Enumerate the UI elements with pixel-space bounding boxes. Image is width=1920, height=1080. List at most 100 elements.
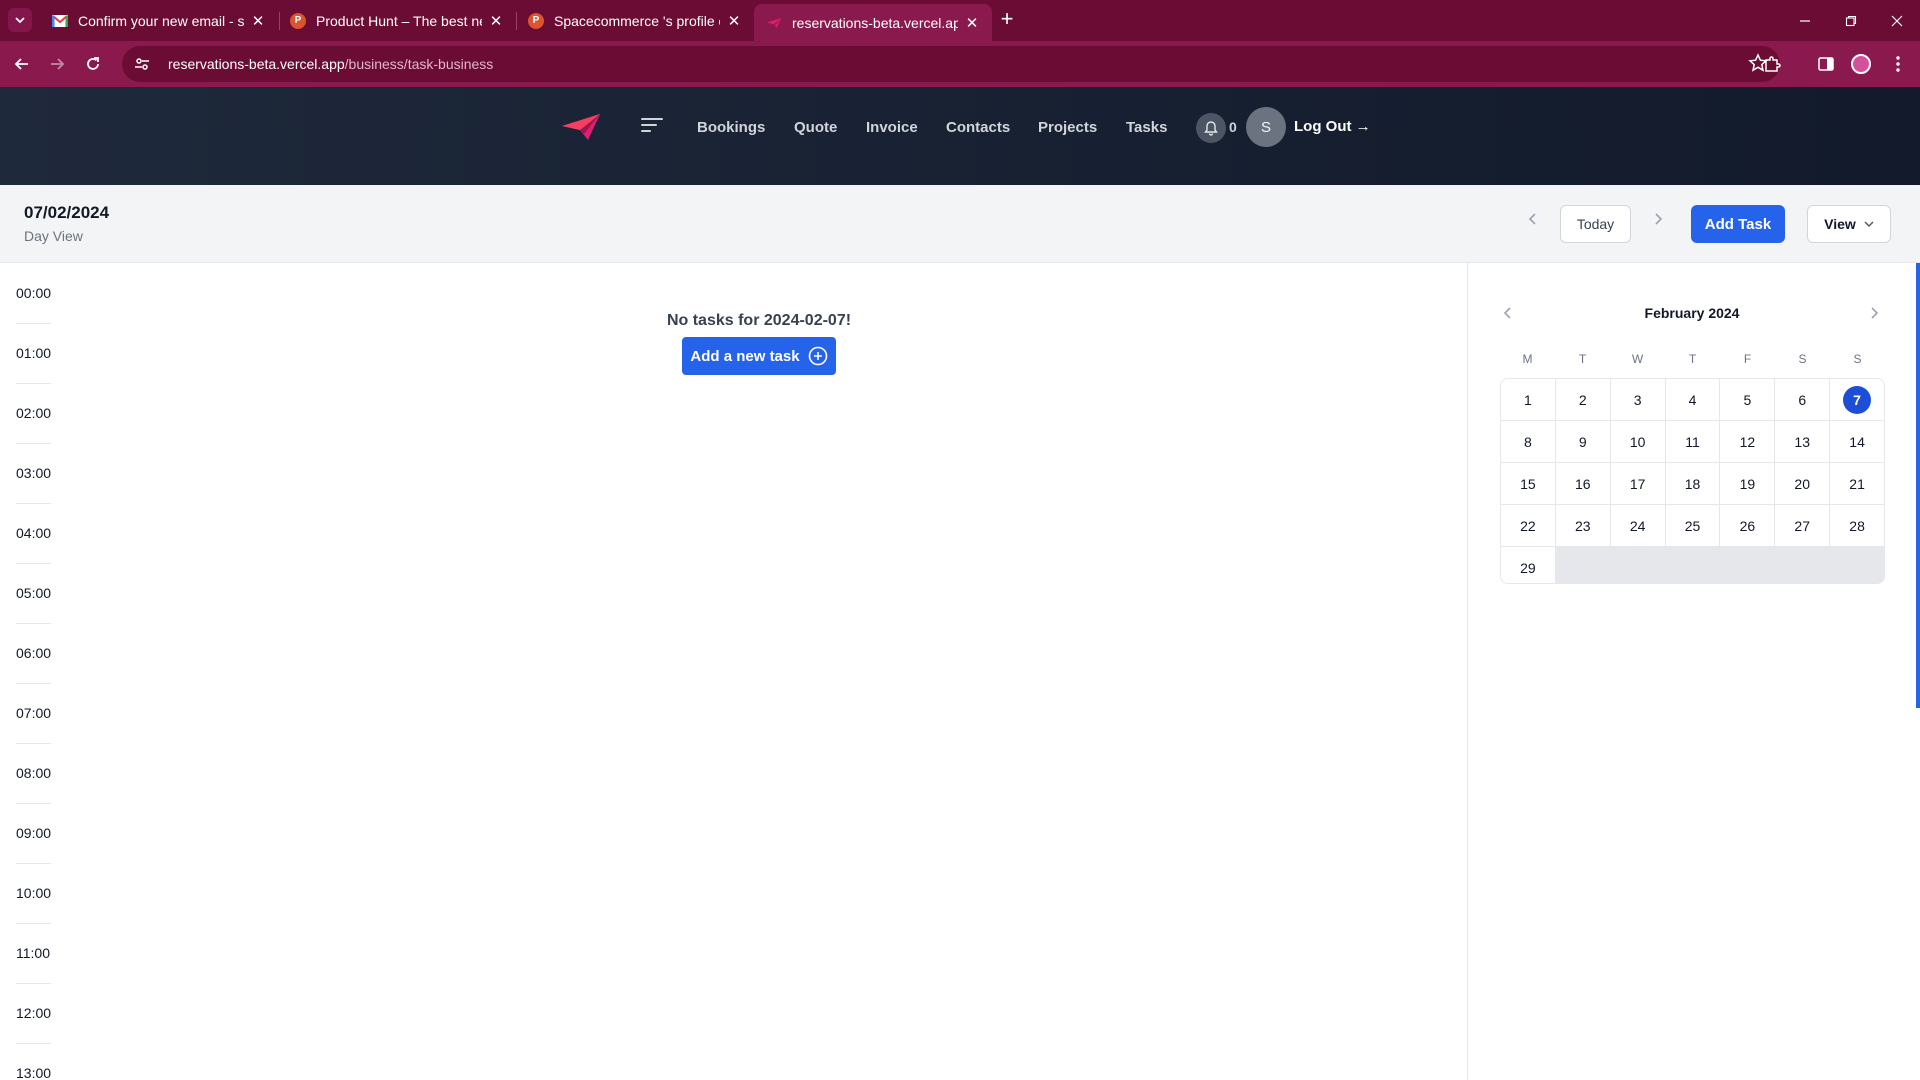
mini-calendar-grid: 1 2 3 4 5 6 7 8 9 10 11 12 13 14 15 16 17 18 19 20 21 22 23 24 2… — [1500, 378, 1885, 584]
time-slot-label: 04:00 — [16, 525, 52, 541]
weekday-header: M — [1522, 352, 1533, 366]
browser-menu-icon[interactable] — [1884, 50, 1912, 78]
plus-circle-icon — [808, 346, 827, 366]
calendar-day[interactable]: 9 — [1555, 421, 1610, 462]
next-day-chevron-icon[interactable] — [1648, 209, 1668, 229]
calendar-day-number: 19 — [1739, 475, 1756, 492]
time-slot-label: 11:00 — [16, 945, 50, 961]
calendar-day[interactable]: 16 — [1555, 463, 1610, 504]
calendar-day[interactable]: 23 — [1555, 505, 1610, 546]
calendar-day[interactable]: 14 — [1830, 421, 1884, 462]
address-bar[interactable]: reservations-beta.vercel.app/business/ta… — [122, 46, 1780, 82]
tab-search-chevron-icon[interactable] — [8, 8, 32, 32]
calendar-day[interactable]: 22 — [1501, 505, 1555, 546]
profile-avatar-icon[interactable] — [1847, 50, 1875, 78]
hamburger-menu-icon[interactable] — [641, 118, 663, 136]
view-mode-label: Day View — [24, 228, 83, 244]
calendar-day[interactable]: 6 — [1775, 379, 1830, 420]
calendar-day[interactable]: 20 — [1775, 463, 1830, 504]
weekday-header: S — [1853, 352, 1862, 366]
tab-close-icon[interactable]: ✕ — [726, 12, 742, 30]
add-task-button[interactable]: Add Task — [1691, 205, 1785, 243]
calendar-day-number: 12 — [1739, 433, 1756, 450]
calendar-day[interactable]: 19 — [1720, 463, 1775, 504]
calendar-day[interactable]: 18 — [1665, 463, 1720, 504]
today-button[interactable]: Today — [1560, 205, 1631, 243]
calendar-day[interactable]: 8 — [1501, 421, 1555, 462]
calendar-day-number: 13 — [1794, 433, 1810, 450]
forward-arrow-icon[interactable] — [43, 50, 71, 78]
nav-bookings[interactable]: Bookings — [697, 119, 765, 136]
calendar-day[interactable]: 4 — [1665, 379, 1720, 420]
side-panel-icon[interactable] — [1812, 50, 1840, 78]
time-slot-label: 02:00 — [16, 405, 52, 421]
browser-tab-spacecommerce[interactable]: P Spacecommerce 's profile on Pr ✕ — [516, 4, 754, 37]
nav-contacts[interactable]: Contacts — [946, 119, 1010, 136]
add-new-task-button[interactable]: Add a new task — [682, 337, 836, 375]
logout-button[interactable]: Log Out → — [1294, 118, 1371, 135]
calendar-day[interactable]: 15 — [1501, 463, 1555, 504]
paper-plane-logo-icon[interactable] — [560, 112, 602, 142]
calendar-day[interactable]: 17 — [1610, 463, 1665, 504]
previous-day-chevron-icon[interactable] — [1523, 209, 1543, 229]
nav-projects[interactable]: Projects — [1038, 119, 1097, 136]
calendar-day[interactable]: 1 — [1501, 379, 1555, 420]
calendar-day-number: 21 — [1849, 475, 1865, 492]
time-slot-label: 00:00 — [16, 285, 52, 301]
calendar-day-number: 1 — [1524, 391, 1532, 408]
calendar-day[interactable]: 2 — [1555, 379, 1610, 420]
user-avatar[interactable]: S — [1246, 107, 1286, 147]
tab-close-icon[interactable]: ✕ — [250, 12, 266, 30]
tab-close-icon[interactable]: ✕ — [488, 12, 504, 30]
browser-tab-gmail[interactable]: Confirm your new email - supp ✕ — [40, 4, 278, 37]
calendar-day[interactable]: 10 — [1610, 421, 1665, 462]
panel-divider — [1467, 263, 1468, 1080]
view-dropdown-button[interactable]: View — [1807, 205, 1891, 243]
extensions-icon[interactable] — [1758, 50, 1786, 78]
calendar-day-number: 17 — [1629, 475, 1646, 492]
calendar-day[interactable]: 7 — [1830, 379, 1884, 420]
calendar-day-number: 10 — [1629, 433, 1646, 450]
calendar-day-number: 18 — [1684, 475, 1701, 492]
browser-tab-product-hunt[interactable]: P Product Hunt – The best new p ✕ — [278, 4, 516, 37]
producthunt-icon: P — [290, 12, 306, 29]
calendar-day[interactable]: 28 — [1830, 505, 1884, 546]
reload-icon[interactable] — [79, 50, 107, 78]
time-slot-label: 03:00 — [16, 465, 52, 481]
hour-divider — [16, 323, 51, 324]
next-month-chevron-icon[interactable] — [1864, 303, 1884, 323]
tab-title: Product Hunt – The best new p — [316, 12, 482, 29]
calendar-day[interactable]: 26 — [1720, 505, 1775, 546]
restore-icon[interactable] — [1828, 0, 1874, 41]
minimize-icon[interactable] — [1782, 0, 1828, 41]
calendar-day[interactable]: 29 — [1501, 547, 1555, 583]
calendar-day[interactable]: 3 — [1610, 379, 1665, 420]
calendar-day[interactable]: 12 — [1720, 421, 1775, 462]
notification-bell-icon[interactable] — [1196, 113, 1226, 143]
calendar-day[interactable]: 5 — [1720, 379, 1775, 420]
calendar-day[interactable]: 25 — [1665, 505, 1720, 546]
paper-plane-icon — [766, 15, 782, 31]
calendar-day-number: 5 — [1743, 391, 1752, 408]
close-window-icon[interactable] — [1874, 0, 1920, 41]
nav-quote[interactable]: Quote — [794, 119, 837, 136]
calendar-day[interactable]: 21 — [1830, 463, 1884, 504]
back-arrow-icon[interactable] — [8, 50, 36, 78]
nav-invoice[interactable]: Invoice — [866, 119, 918, 136]
hour-divider — [16, 623, 51, 624]
new-tab-plus-icon[interactable]: + — [993, 8, 1021, 32]
nav-tasks[interactable]: Tasks — [1126, 119, 1167, 136]
calendar-day-number: 27 — [1794, 517, 1810, 534]
tab-close-icon[interactable]: ✕ — [964, 14, 980, 32]
calendar-day-number: 26 — [1739, 517, 1756, 534]
calendar-day[interactable]: 13 — [1775, 421, 1830, 462]
browser-tab-reservations[interactable]: reservations-beta.vercel.app/bu ✕ — [754, 4, 992, 41]
tab-title: reservations-beta.vercel.app/bu — [792, 14, 958, 31]
calendar-day-number: 28 — [1849, 517, 1865, 534]
page-scrollbar[interactable] — [1916, 263, 1920, 708]
calendar-day[interactable]: 27 — [1775, 505, 1830, 546]
hour-divider — [16, 743, 51, 744]
calendar-day[interactable]: 24 — [1610, 505, 1665, 546]
calendar-day[interactable]: 11 — [1665, 421, 1720, 462]
site-settings-icon[interactable] — [134, 56, 156, 72]
